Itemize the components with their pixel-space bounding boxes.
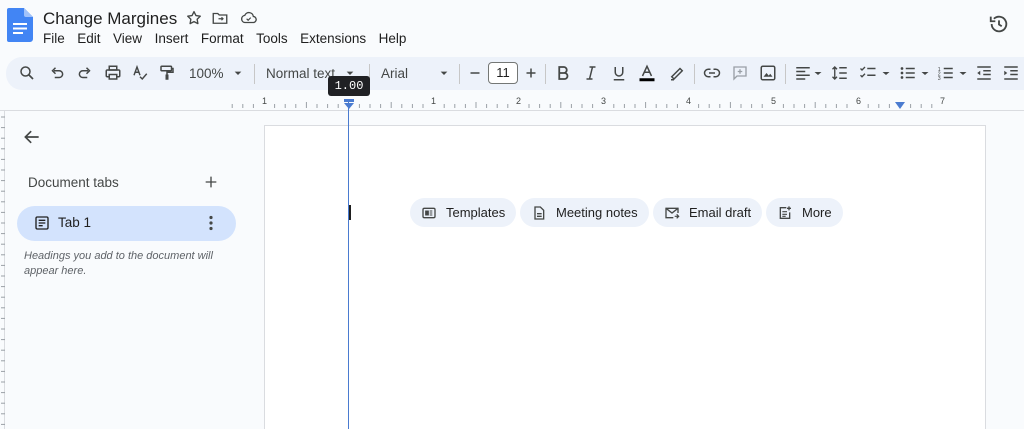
undo-icon[interactable] — [48, 64, 66, 82]
menu-extensions[interactable]: Extensions — [300, 31, 366, 46]
print-icon[interactable] — [104, 64, 122, 82]
headings-hint-text: Headings you add to the document will ap… — [24, 250, 213, 277]
margin-tooltip: 1.00 — [328, 76, 370, 96]
bulleted-list-icon[interactable] — [899, 64, 917, 82]
star-icon[interactable] — [185, 9, 203, 27]
checklist-icon[interactable] — [859, 64, 877, 82]
menu-file[interactable]: File — [43, 31, 65, 46]
email-icon — [665, 207, 680, 219]
document-icon — [534, 205, 545, 220]
toolbar-divider — [545, 64, 546, 84]
style-select[interactable]: Normal text — [266, 66, 335, 81]
font-dropdown-icon[interactable] — [436, 64, 454, 82]
vertical-ruler — [0, 111, 5, 429]
ruler-number: 7 — [940, 96, 946, 106]
decrease-indent-icon[interactable] — [975, 64, 993, 82]
svg-text:3: 3 — [938, 76, 941, 82]
templates-chip-label: Templates — [446, 205, 506, 220]
ruler-number: 3 — [601, 96, 607, 106]
toolbar-divider — [694, 64, 695, 84]
ruler-number: 1 — [262, 96, 268, 106]
underline-icon[interactable] — [610, 64, 628, 82]
checklist-dropdown-icon[interactable] — [880, 64, 898, 82]
toolbar-divider — [459, 64, 460, 84]
move-folder-icon[interactable] — [211, 9, 229, 27]
document-tab-icon — [34, 215, 50, 231]
tab-label: Tab 1 — [58, 215, 92, 230]
menu-insert[interactable]: Insert — [155, 31, 189, 46]
increase-font-size-icon[interactable] — [522, 64, 540, 82]
menu-edit[interactable]: Edit — [77, 31, 100, 46]
horizontal-ruler[interactable] — [0, 93, 1024, 111]
docs-window: Change Margines File Edit View Insert Fo… — [0, 0, 1024, 429]
ruler-number: 6 — [856, 96, 862, 106]
menu-format[interactable]: Format — [201, 31, 244, 46]
document-page[interactable] — [264, 125, 986, 429]
toolbar-divider — [785, 64, 786, 84]
more-chip-label: More — [802, 205, 832, 220]
templates-chip[interactable]: Templates — [410, 198, 517, 227]
increase-indent-icon[interactable] — [1002, 64, 1020, 82]
version-history-icon[interactable] — [988, 13, 1010, 35]
zoom-select[interactable]: 100% — [189, 66, 224, 81]
highlight-color-icon[interactable] — [668, 64, 686, 82]
align-left-icon[interactable] — [794, 64, 812, 82]
meeting-notes-chip[interactable]: Meeting notes — [520, 198, 649, 227]
back-arrow-icon[interactable] — [22, 127, 42, 147]
insert-image-icon[interactable] — [759, 64, 777, 82]
toolbar-divider — [254, 64, 255, 84]
italic-icon[interactable] — [582, 64, 600, 82]
more-options-icon[interactable] — [203, 214, 219, 232]
paint-format-icon[interactable] — [158, 64, 176, 82]
insert-link-icon[interactable] — [703, 64, 721, 82]
add-tab-icon[interactable] — [203, 174, 219, 190]
left-margin-marker[interactable] — [343, 99, 355, 109]
font-select[interactable]: Arial — [381, 66, 408, 81]
add-document-icon — [779, 205, 791, 219]
font-size-input[interactable]: 11 — [488, 62, 518, 84]
decrease-font-size-icon[interactable] — [466, 64, 484, 82]
search-menus-icon[interactable] — [18, 64, 36, 82]
bullet-dropdown-icon[interactable] — [919, 64, 937, 82]
document-tabs-heading: Document tabs — [28, 175, 119, 190]
email-draft-chip-label: Email draft — [689, 205, 752, 220]
ruler-number: 2 — [516, 96, 522, 106]
add-comment-icon[interactable] — [731, 64, 749, 82]
templates-icon — [422, 207, 436, 218]
ruler-number: 1 — [431, 96, 437, 106]
menu-tools[interactable]: Tools — [256, 31, 288, 46]
more-chip[interactable]: More — [766, 198, 843, 227]
margin-guide-line — [348, 100, 349, 429]
redo-icon[interactable] — [76, 64, 94, 82]
menu-view[interactable]: View — [113, 31, 142, 46]
bold-icon[interactable] — [554, 64, 572, 82]
zoom-dropdown-icon[interactable] — [230, 64, 248, 82]
menu-bar: File Edit View Insert Format Tools Exten… — [43, 31, 419, 46]
text-caret — [349, 205, 351, 220]
cloud-saved-icon[interactable] — [239, 9, 257, 27]
ruler-number: 5 — [771, 96, 777, 106]
menu-help[interactable]: Help — [379, 31, 407, 46]
document-title[interactable]: Change Margines — [43, 9, 177, 29]
meeting-notes-chip-label: Meeting notes — [556, 205, 638, 220]
ruler-number: 4 — [686, 96, 692, 106]
align-dropdown-icon[interactable] — [812, 64, 830, 82]
numbered-list-icon[interactable]: 123 — [937, 64, 955, 82]
line-spacing-icon[interactable] — [831, 64, 849, 82]
spellcheck-icon[interactable] — [131, 64, 149, 82]
email-draft-chip[interactable]: Email draft — [653, 198, 763, 227]
text-color-icon[interactable] — [638, 64, 656, 82]
docs-logo-icon[interactable] — [7, 8, 33, 42]
right-indent-marker[interactable] — [894, 102, 906, 110]
numbered-dropdown-icon[interactable] — [957, 64, 975, 82]
